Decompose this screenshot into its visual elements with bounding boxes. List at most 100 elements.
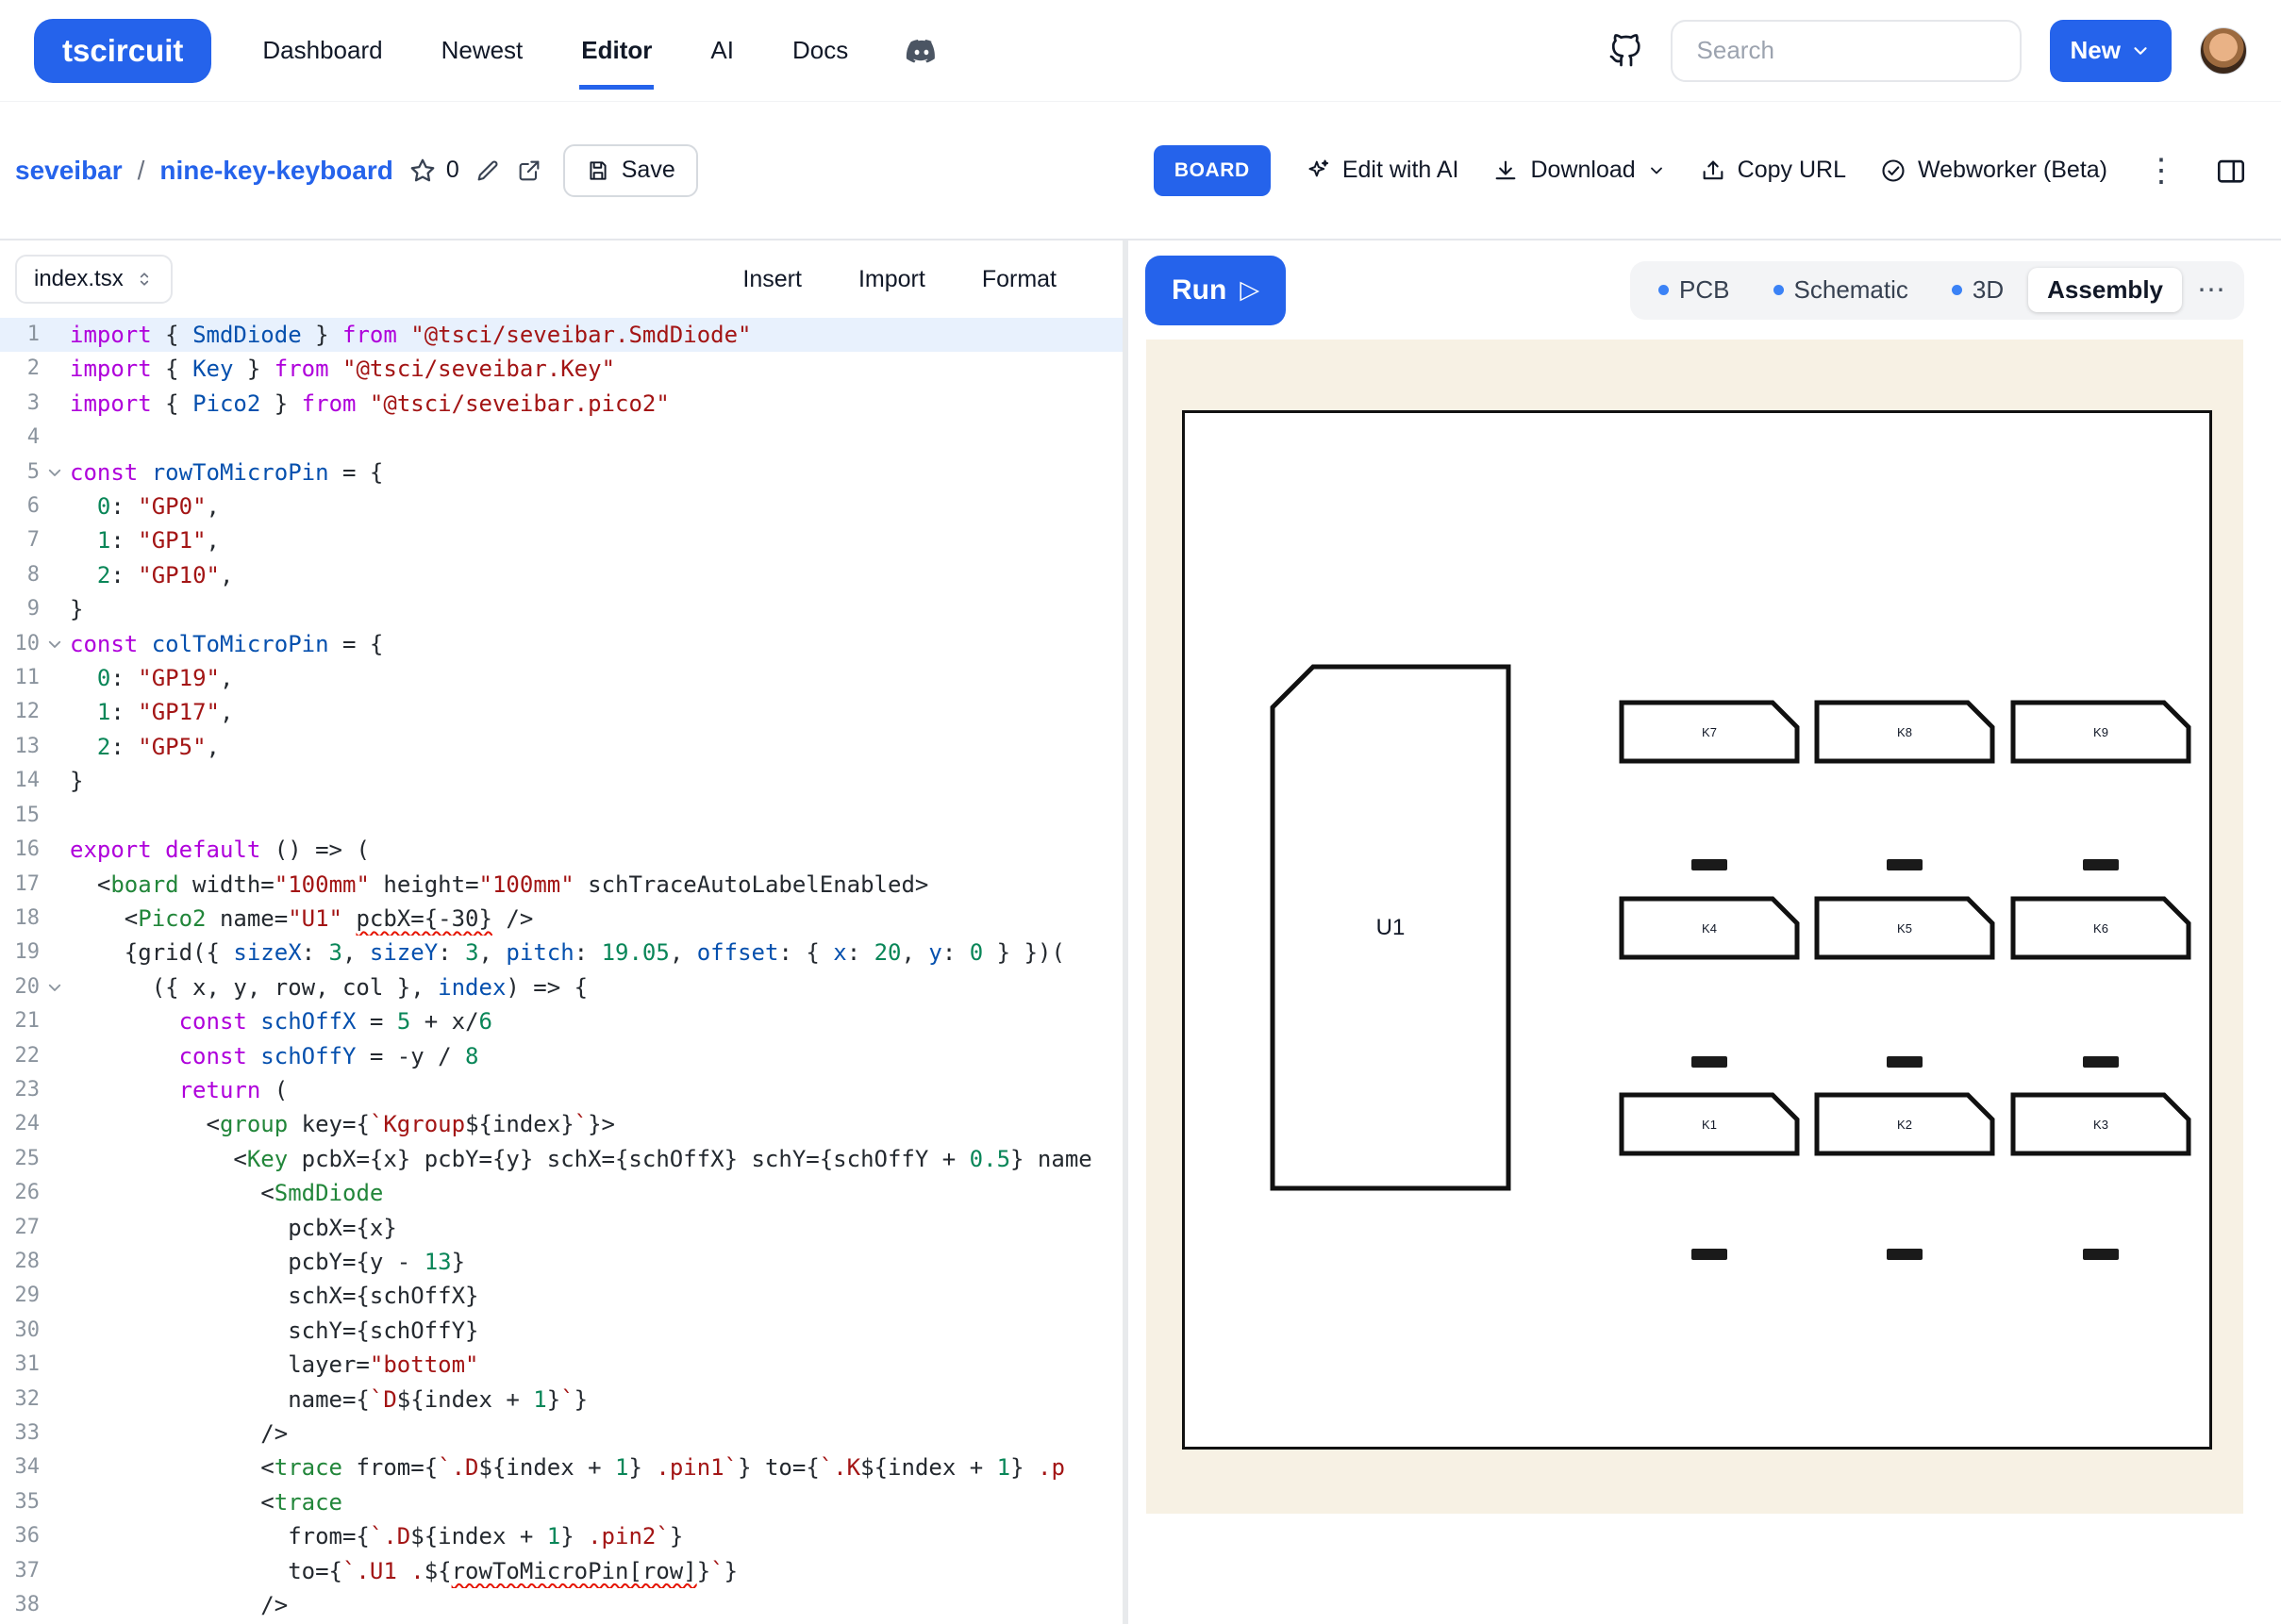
code-area[interactable]: 1import { SmdDiode } from "@tsci/seveiba… [0,318,1123,1624]
code-line[interactable]: 26 <SmdDiode [0,1176,1123,1210]
code-line[interactable]: 35 <trace [0,1485,1123,1519]
nav-ai[interactable]: AI [708,11,736,90]
file-tab[interactable]: index.tsx [15,255,173,304]
assembly-board-outline: U1 K7 K8 K9 K4 K5 [1182,410,2212,1450]
fold-toggle-icon[interactable] [40,456,70,489]
code-line-text: <trace from={`.D${index + 1} .pin1`} to=… [70,1450,1123,1484]
code-line[interactable]: 12 1: "GP17", [0,695,1123,729]
discord-icon[interactable] [905,34,939,68]
code-line[interactable]: 22 const schOffY = -y / 8 [0,1039,1123,1073]
editor-header: index.tsx Insert Import Format [0,240,1123,318]
code-line[interactable]: 28 pcbY={y - 13} [0,1245,1123,1279]
code-line[interactable]: 8 2: "GP10", [0,558,1123,592]
github-icon[interactable] [1608,34,1642,68]
code-line[interactable]: 6 0: "GP0", [0,489,1123,523]
code-line[interactable]: 29 schX={schOffX} [0,1279,1123,1313]
code-line-text: schY={schOffY} [70,1314,1123,1348]
code-line[interactable]: 25 <Key pcbX={x} pcbY={y} schX={schOffX}… [0,1142,1123,1176]
tscircuit-logo[interactable]: tscircuit [34,19,211,83]
nav-editor[interactable]: Editor [579,11,654,90]
component-diode [1887,1249,1923,1260]
avatar[interactable] [2200,27,2247,75]
gutter-spacer [40,421,70,455]
board-badge[interactable]: BOARD [1154,145,1271,196]
breadcrumb-owner[interactable]: seveibar [15,156,123,186]
code-line[interactable]: 21 const schOffX = 5 + x/6 [0,1004,1123,1038]
code-line[interactable]: 10const colToMicroPin = { [0,627,1123,661]
code-line[interactable]: 7 1: "GP1", [0,523,1123,557]
preview-panel: Run ▷ PCB Schematic 3D Assembly ⋯ [1128,240,2281,1624]
nav-docs[interactable]: Docs [791,11,850,90]
code-line-text: from={`.D${index + 1} .pin2`} [70,1519,1123,1553]
webworker-button[interactable]: Webworker (Beta) [1880,157,2107,184]
gutter-spacer [40,558,70,592]
star-icon[interactable] [408,157,437,185]
breadcrumb-project[interactable]: nine-key-keyboard [159,156,392,186]
schematic-dot [1773,285,1784,295]
code-line[interactable]: 13 2: "GP5", [0,730,1123,764]
code-line[interactable]: 1import { SmdDiode } from "@tsci/seveiba… [0,318,1123,352]
gutter-spacer [40,936,70,969]
tab-assembly[interactable]: Assembly [2028,268,2182,312]
code-line[interactable]: 17 <board width="100mm" height="100mm" s… [0,868,1123,902]
line-number: 36 [0,1519,40,1553]
line-number: 2 [0,352,40,386]
insert-button[interactable]: Insert [742,266,802,293]
code-line[interactable]: 4 [0,421,1123,455]
kebab-menu-icon[interactable]: ⋮ [2141,152,2181,190]
fold-toggle-icon[interactable] [40,970,70,1004]
code-line-text: const colToMicroPin = { [70,627,1123,661]
line-number: 4 [0,421,40,455]
tab-pcb[interactable]: PCB [1640,268,1748,312]
tab-3d[interactable]: 3D [1933,268,2023,312]
run-button[interactable]: Run ▷ [1145,256,1286,325]
code-line[interactable]: 11 0: "GP19", [0,661,1123,695]
code-line-text: <group key={`Kgroup${index}`}> [70,1107,1123,1141]
code-line[interactable]: 32 name={`D${index + 1}`} [0,1383,1123,1417]
tab-schematic[interactable]: Schematic [1755,268,1927,312]
edit-with-ai-button[interactable]: Edit with AI [1305,157,1459,184]
code-line-text: import { SmdDiode } from "@tsci/seveibar… [70,318,1123,352]
component-diode [1691,1249,1727,1260]
open-external-icon[interactable] [516,157,542,184]
search-input[interactable] [1671,20,2022,82]
save-button[interactable]: Save [563,144,698,197]
code-line[interactable]: 31 layer="bottom" [0,1348,1123,1382]
code-line[interactable]: 16export default () => ( [0,833,1123,867]
code-line[interactable]: 24 <group key={`Kgroup${index}`}> [0,1107,1123,1141]
code-line[interactable]: 23 return ( [0,1073,1123,1107]
new-button[interactable]: New [2050,20,2172,82]
code-line[interactable]: 30 schY={schOffY} [0,1314,1123,1348]
code-line[interactable]: 15 [0,799,1123,833]
code-line[interactable]: 20 ({ x, y, row, col }, index) => { [0,970,1123,1004]
code-line[interactable]: 38 /> [0,1588,1123,1622]
code-line[interactable]: 34 <trace from={`.D${index + 1} .pin1`} … [0,1450,1123,1484]
line-number: 26 [0,1176,40,1210]
edit-pencil-icon[interactable] [475,157,501,184]
panel-layout-icon[interactable] [2215,155,2247,187]
nav-newest[interactable]: Newest [440,11,525,90]
code-line[interactable]: 2import { Key } from "@tsci/seveibar.Key… [0,352,1123,386]
fold-toggle-icon[interactable] [40,627,70,661]
code-line[interactable]: 36 from={`.D${index + 1} .pin2`} [0,1519,1123,1553]
download-button[interactable]: Download [1492,157,1665,184]
code-line-text: to={`.U1 .${rowToMicroPin[row]}`} [70,1554,1123,1588]
format-button[interactable]: Format [982,266,1057,293]
code-line[interactable]: 3import { Pico2 } from "@tsci/seveibar.p… [0,387,1123,421]
code-line[interactable]: 9} [0,592,1123,626]
nav-dashboard[interactable]: Dashboard [260,11,384,90]
code-line[interactable]: 18 <Pico2 name="U1" pcbX={-30} /> [0,902,1123,936]
code-line[interactable]: 37 to={`.U1 .${rowToMicroPin[row]}`} [0,1554,1123,1588]
code-line[interactable]: 33 /> [0,1417,1123,1450]
new-button-label: New [2071,36,2121,65]
gutter-spacer [40,902,70,936]
code-line[interactable]: 27 pcbX={x} [0,1211,1123,1245]
code-line[interactable]: 14} [0,764,1123,798]
assembly-canvas[interactable]: U1 K7 K8 K9 K4 K5 [1146,340,2243,1514]
view-tabs-overflow[interactable]: ⋯ [2188,266,2235,314]
copy-url-button[interactable]: Copy URL [1700,157,1846,184]
code-line[interactable]: 5const rowToMicroPin = { [0,456,1123,489]
code-line-text: } [70,764,1123,798]
import-button[interactable]: Import [858,266,925,293]
code-line[interactable]: 19 {grid({ sizeX: 3, sizeY: 3, pitch: 19… [0,936,1123,969]
